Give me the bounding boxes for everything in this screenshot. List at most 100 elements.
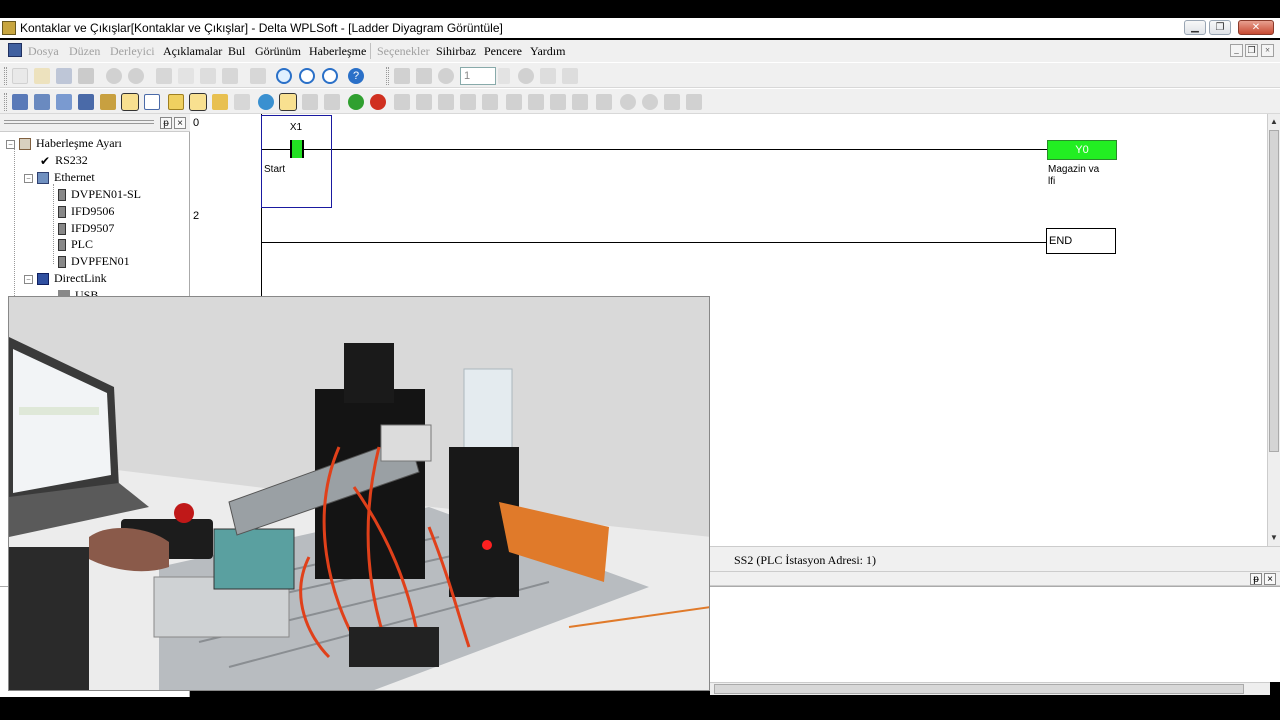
restore-button[interactable]: ❐ xyxy=(1209,20,1231,35)
menu-bul[interactable]: Bul xyxy=(228,44,245,59)
marker-icon[interactable] xyxy=(258,94,274,110)
menu-haberlesme[interactable]: Haberleşme xyxy=(309,44,366,59)
tree-item-dvpen01-sl[interactable]: DVPEN01-SL xyxy=(58,186,141,203)
undo-icon[interactable] xyxy=(106,68,122,84)
tree-item-root[interactable]: − Haberleşme Ayarı xyxy=(6,135,122,152)
monitor-icon[interactable] xyxy=(562,68,578,84)
cut-icon[interactable] xyxy=(156,68,172,84)
compile-icon[interactable] xyxy=(78,94,94,110)
normally-open-contact[interactable] xyxy=(290,140,304,158)
close-button[interactable]: ✕ xyxy=(1238,20,1274,35)
zoom-in-icon[interactable] xyxy=(299,68,315,84)
edit-icon[interactable] xyxy=(100,94,116,110)
collapse-icon[interactable]: − xyxy=(6,139,15,149)
collapse-icon[interactable]: − xyxy=(24,274,33,284)
comment-mode-icon[interactable] xyxy=(121,93,139,111)
menu-yardim[interactable]: Yardım xyxy=(530,44,565,59)
delete-icon[interactable] xyxy=(222,68,238,84)
data-icon[interactable] xyxy=(550,94,566,110)
help-icon[interactable]: ? xyxy=(348,68,364,84)
pin-icon[interactable]: ᵽ xyxy=(160,117,172,129)
online-mode-icon[interactable] xyxy=(279,93,297,111)
tree-item-rs232[interactable]: ✔ RS232 xyxy=(40,152,88,169)
force-off-icon[interactable] xyxy=(460,94,476,110)
scroll-thumb[interactable] xyxy=(714,684,1244,694)
tree-item-ifd9506[interactable]: IFD9506 xyxy=(58,203,114,220)
message-icon[interactable] xyxy=(212,94,228,110)
run-plc-icon[interactable] xyxy=(348,94,364,110)
monitor-stop-icon[interactable] xyxy=(416,94,432,110)
search-icon[interactable] xyxy=(620,94,636,110)
tree-item-directlink[interactable]: − DirectLink xyxy=(24,270,107,287)
sfc-mode-icon[interactable] xyxy=(56,94,72,110)
scroll-up-icon[interactable]: ▲ xyxy=(1268,116,1280,128)
ladder-mode-icon[interactable] xyxy=(12,94,28,110)
tree-item-ifd9507[interactable]: IFD9507 xyxy=(58,220,114,237)
view-icon[interactable] xyxy=(596,94,612,110)
mdi-minimize-button[interactable]: _ xyxy=(1230,44,1243,57)
menu-secenekler[interactable]: Seçenekler xyxy=(377,44,430,59)
pointer-icon[interactable] xyxy=(234,94,250,110)
end-instruction[interactable]: END xyxy=(1046,228,1116,254)
jump-icon[interactable] xyxy=(250,68,266,84)
menu-pencere[interactable]: Pencere xyxy=(484,44,522,59)
open-folder-icon[interactable] xyxy=(34,68,50,84)
list-icon[interactable] xyxy=(664,94,680,110)
settings-icon[interactable] xyxy=(686,94,702,110)
tree-connector xyxy=(14,146,15,316)
tree-item-dvpfen01[interactable]: DVPFEN01 xyxy=(58,253,130,270)
mdi-restore-button[interactable]: ❐ xyxy=(1245,44,1258,57)
collapse-icon[interactable]: − xyxy=(24,173,33,183)
device-comment-icon[interactable] xyxy=(168,94,184,110)
module-icon xyxy=(58,223,66,236)
paste-icon[interactable] xyxy=(200,68,216,84)
panel-close-icon[interactable]: × xyxy=(174,117,186,129)
tree-item-plc[interactable]: PLC xyxy=(58,236,93,253)
horizontal-scrollbar[interactable] xyxy=(710,682,1270,695)
zoom-icon[interactable] xyxy=(276,68,292,84)
module-icon xyxy=(58,206,66,219)
save-icon[interactable] xyxy=(56,68,72,84)
upload-icon[interactable] xyxy=(324,94,340,110)
register-icon[interactable] xyxy=(482,94,498,110)
minimize-button[interactable]: ▁ xyxy=(1184,20,1206,35)
print-icon[interactable] xyxy=(78,68,94,84)
menu-dosya[interactable]: Dosya xyxy=(28,44,59,59)
panel-close-icon[interactable]: × xyxy=(1264,573,1276,585)
step-spinner[interactable] xyxy=(498,68,510,84)
menu-sihirbaz[interactable]: Sihirbaz xyxy=(436,44,476,59)
menu-derleyici[interactable]: Derleyici xyxy=(110,44,155,59)
scroll-thumb[interactable] xyxy=(1269,130,1279,452)
set-icon[interactable] xyxy=(394,68,410,84)
counter-icon[interactable] xyxy=(528,94,544,110)
reset-icon[interactable] xyxy=(416,68,432,84)
instruction-mode-icon[interactable] xyxy=(34,94,50,110)
find-icon[interactable] xyxy=(642,94,658,110)
tree-item-ethernet[interactable]: − Ethernet xyxy=(24,169,95,186)
table-icon[interactable] xyxy=(144,94,160,110)
menu-gorunum[interactable]: Görünüm xyxy=(255,44,301,59)
output-coil[interactable]: Y0 xyxy=(1047,140,1117,160)
copy-icon[interactable] xyxy=(178,68,194,84)
vertical-scrollbar[interactable]: ▲ ▼ xyxy=(1267,114,1280,546)
trend-icon[interactable] xyxy=(572,94,588,110)
step-input[interactable]: 1 xyxy=(460,67,496,85)
redo-icon[interactable] xyxy=(128,68,144,84)
monitor-start-icon[interactable] xyxy=(394,94,410,110)
menu-aciklamalar[interactable]: Açıklamalar xyxy=(163,44,222,59)
stop-icon[interactable] xyxy=(518,68,534,84)
step-icon[interactable] xyxy=(438,68,454,84)
run-icon[interactable] xyxy=(540,68,556,84)
zoom-out-icon[interactable] xyxy=(322,68,338,84)
menu-duzen[interactable]: Düzen xyxy=(69,44,100,59)
mdi-close-button[interactable]: × xyxy=(1261,44,1274,57)
scroll-down-icon[interactable]: ▼ xyxy=(1268,532,1280,544)
timer-icon[interactable] xyxy=(506,94,522,110)
write-mode-icon[interactable] xyxy=(189,93,207,111)
pin-icon[interactable]: ᵽ xyxy=(1250,573,1262,585)
transfer-icon[interactable] xyxy=(302,94,318,110)
tree-connector xyxy=(53,184,54,264)
new-file-icon[interactable] xyxy=(12,68,28,84)
force-on-icon[interactable] xyxy=(438,94,454,110)
stop-plc-icon[interactable] xyxy=(370,94,386,110)
